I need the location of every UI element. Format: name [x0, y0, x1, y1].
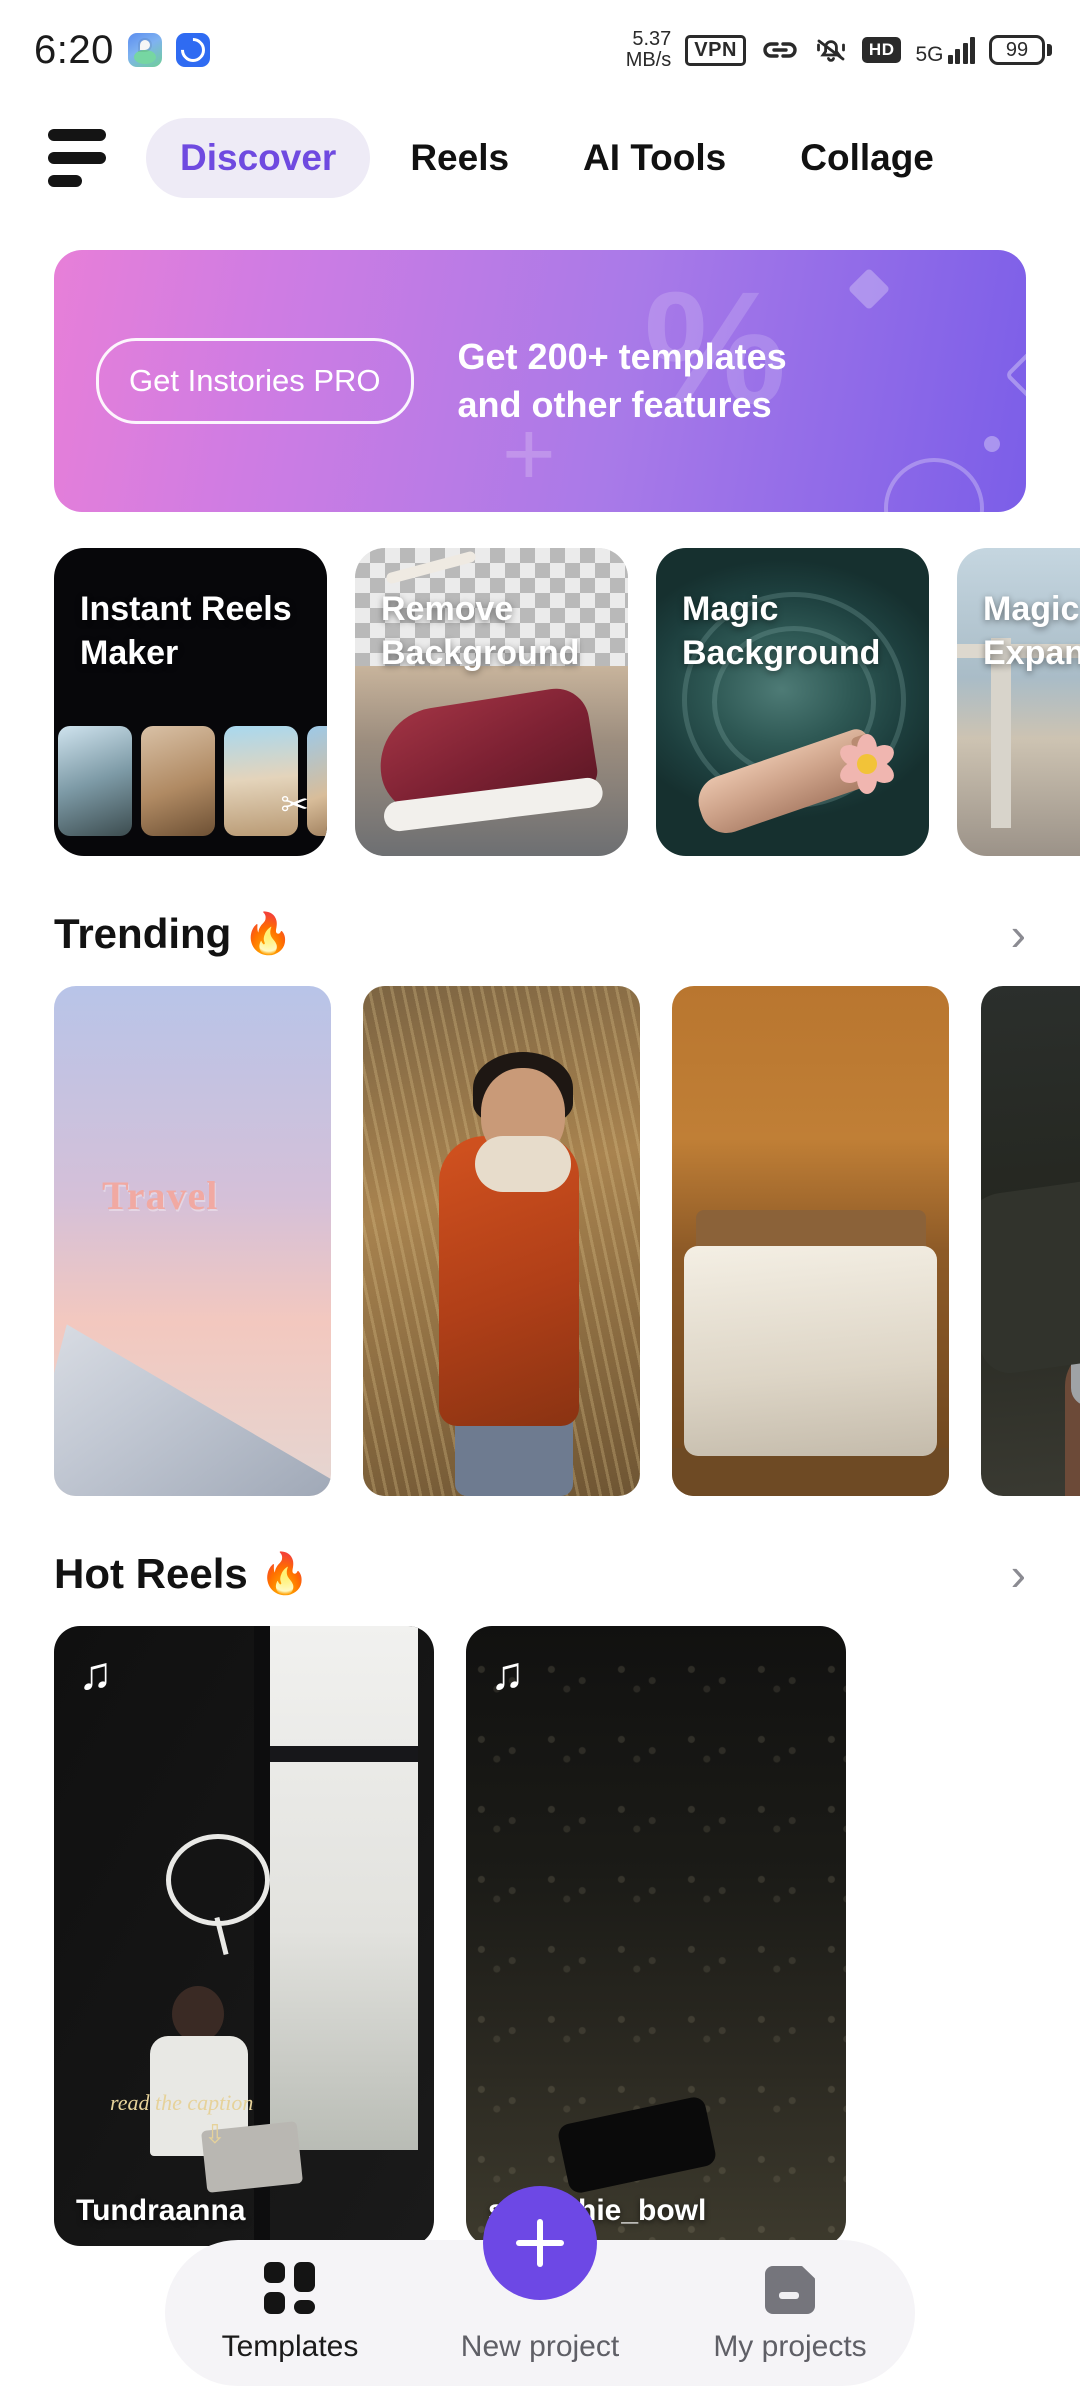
- maps-app-icon: [127, 33, 162, 67]
- trending-section-header: Trending 🔥 ›: [0, 910, 1080, 958]
- signal-bars: [947, 36, 975, 64]
- trending-carousel[interactable]: Travel V: [0, 958, 1080, 1496]
- link-app-icon: [175, 33, 210, 67]
- banner-headline-line2: and other features: [457, 384, 772, 425]
- network-speed-value: 5.37: [632, 28, 672, 50]
- tab-discover[interactable]: Discover: [146, 118, 371, 198]
- feature-card-title: Instant Reels Maker: [80, 588, 313, 675]
- battery-icon: 99: [989, 35, 1052, 65]
- hamburger-menu-icon[interactable]: [48, 129, 110, 187]
- grid-icon: [264, 2262, 316, 2314]
- feature-card-carousel[interactable]: Instant Reels Maker ✂ Remove Background …: [0, 512, 1080, 856]
- feature-card-title-line2: Background: [682, 633, 881, 672]
- feature-card-instant-reels-maker[interactable]: Instant Reels Maker ✂: [54, 548, 327, 856]
- hot-reels-carousel[interactable]: read the caption ⇩ ♫ Tundraanna ♫ smooth…: [0, 1598, 1080, 2246]
- tab-collage[interactable]: Collage: [766, 118, 968, 198]
- hot-reel-card[interactable]: ♫ smoothie_bowl: [466, 1626, 846, 2246]
- feature-card-title-line1: Remove: [381, 590, 514, 628]
- get-pro-button[interactable]: Get Instories PRO: [96, 338, 414, 424]
- top-navigation-bar: Discover Reels AI Tools Collage: [0, 100, 1080, 208]
- status-clock: 6:20: [34, 27, 114, 72]
- status-bar: 6:20 5.37 MB/s VPN HD 5G 99: [0, 0, 1080, 100]
- feature-card-title-line1: Magic: [682, 590, 779, 628]
- tab-reels[interactable]: Reels: [376, 118, 543, 198]
- fire-emoji-icon: 🔥: [243, 912, 294, 956]
- circle-outline-decoration-icon: [884, 458, 984, 512]
- feature-card-title: Remove Background: [381, 588, 614, 675]
- feature-card-title-line2: Maker: [80, 633, 179, 672]
- nav-item-new-project[interactable]: New project: [415, 2262, 665, 2364]
- hot-reels-section-header: Hot Reels 🔥 ›: [0, 1550, 1080, 1598]
- feature-card-magic-background[interactable]: Magic Background: [656, 548, 929, 856]
- diamond-filled-decoration-icon: [847, 267, 891, 311]
- reel-username: Tundraanna: [76, 2194, 246, 2227]
- arm-graphic: [981, 1175, 1080, 1377]
- battery-level: 99: [1005, 38, 1029, 61]
- trending-card-overlay-text: Travel: [102, 1173, 219, 1218]
- trending-card[interactable]: [363, 986, 640, 1496]
- link-icon: [760, 36, 800, 64]
- feature-card-title-line1: Instant Reels: [80, 590, 292, 628]
- nav-label-my-projects: My projects: [713, 2330, 867, 2363]
- nav-label-templates: Templates: [221, 2330, 359, 2363]
- nav-label-new-project: New project: [460, 2330, 620, 2363]
- vpn-badge: VPN: [685, 34, 746, 66]
- feature-card-title: Magic Expand: [983, 588, 1080, 675]
- banner-headline-line1: Get 200+ templates: [457, 336, 787, 378]
- plus-decoration-icon: +: [502, 403, 556, 505]
- tab-ai-tools[interactable]: AI Tools: [549, 118, 760, 198]
- pro-promo-banner[interactable]: % + Get Instories PRO Get 200+ templates…: [54, 250, 1026, 512]
- banner-headline: Get 200+ templates and other features: [458, 333, 787, 428]
- folder-icon: [763, 2262, 817, 2314]
- music-note-icon: ♫: [78, 1647, 113, 1699]
- nav-item-templates[interactable]: Templates: [165, 2262, 415, 2364]
- window-graphic: [268, 1626, 418, 2150]
- hot-reel-card[interactable]: read the caption ⇩ ♫ Tundraanna: [54, 1626, 434, 2246]
- trending-title: Trending 🔥: [54, 910, 293, 958]
- fire-emoji-icon: 🔥: [259, 1552, 310, 1596]
- status-bar-left: 6:20: [34, 28, 210, 73]
- scarf-graphic: [475, 1136, 571, 1192]
- bottom-navigation-bar: Templates New project My projects: [165, 2240, 915, 2386]
- feature-card-title-line2: Background: [381, 633, 580, 672]
- network-type-label: 5G: [915, 42, 944, 66]
- hot-reels-title-text: Hot Reels: [54, 1550, 248, 1597]
- signal-icon: 5G: [915, 36, 975, 66]
- trending-title-text: Trending: [54, 910, 232, 957]
- network-speed: 5.37 MB/s: [626, 29, 672, 71]
- flower-graphic: [833, 730, 901, 798]
- hd-badge: HD: [861, 37, 902, 63]
- airplane-wing-graphic: [54, 1324, 331, 1496]
- nav-item-my-projects[interactable]: My projects: [665, 2262, 915, 2364]
- trending-see-all-chevron-icon[interactable]: ›: [1011, 911, 1026, 957]
- tab-list: Discover Reels AI Tools Collage: [146, 118, 968, 198]
- reel-caption-doodle: read the caption: [110, 2090, 254, 2115]
- speech-bubble-doodle: [166, 1834, 270, 1926]
- window-mullion: [268, 1746, 418, 1762]
- trending-card[interactable]: V: [981, 986, 1080, 1496]
- down-arrow-doodle-icon: ⇩: [204, 2119, 226, 2149]
- scissors-icon: ✂: [280, 786, 310, 824]
- mute-bell-icon: [814, 34, 848, 66]
- feature-card-title-line2: Expand: [983, 633, 1080, 672]
- bed-graphic: [684, 1246, 937, 1456]
- hot-reels-see-all-chevron-icon[interactable]: ›: [1011, 1551, 1026, 1597]
- feature-card-remove-background[interactable]: Remove Background: [355, 548, 628, 856]
- trending-card[interactable]: [672, 986, 949, 1496]
- person-head-graphic: [172, 1986, 224, 2042]
- dot-decoration-icon: [984, 436, 1000, 452]
- trending-card[interactable]: Travel: [54, 986, 331, 1496]
- music-note-icon: ♫: [490, 1647, 525, 1699]
- network-speed-unit: MB/s: [625, 49, 672, 71]
- feature-card-title-line1: Magic: [983, 590, 1080, 628]
- app-screen: 6:20 5.37 MB/s VPN HD 5G 99 Discover Ree…: [0, 0, 1080, 2400]
- feature-card-title: Magic Background: [682, 588, 915, 675]
- reel-username: smoothie_bowl: [488, 2194, 707, 2227]
- feature-card-magic-expand[interactable]: Magic Expand: [957, 548, 1080, 856]
- status-bar-right: 5.37 MB/s VPN HD 5G 99: [626, 29, 1052, 71]
- hot-reels-title: Hot Reels 🔥: [54, 1550, 310, 1598]
- diamond-outline-decoration-icon: [1004, 322, 1026, 428]
